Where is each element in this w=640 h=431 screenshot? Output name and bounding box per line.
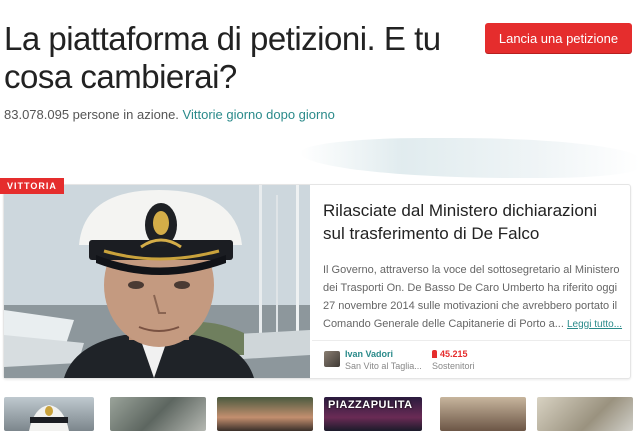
person-icon [432,350,437,358]
author-location: San Vito al Taglia... [345,361,422,371]
decorative-brush-stroke [300,138,640,178]
thumbnail-1[interactable] [4,397,94,431]
supporters-count-value: 45.215 [440,349,468,359]
officer-thumb-illustration [29,405,69,431]
read-more-link[interactable]: Leggi tutto... [567,319,622,330]
launch-petition-button[interactable]: Lancia una petizione [485,23,632,53]
card-footer: Ivan Vadori San Vito al Taglia... 45.215… [312,340,630,378]
featured-photo[interactable] [4,185,310,378]
people-count: 83.078.095 persone in azione. [4,107,179,122]
supporters-count: 45.215 [432,349,468,359]
thumbnail-6[interactable] [537,397,633,431]
thumbnail-4[interactable]: PIAZZAPULITA [324,397,422,431]
thumbnail-strip: PIAZZAPULITA [0,397,640,431]
thumbnail-3[interactable] [217,397,313,431]
thumbnail-2[interactable] [110,397,206,431]
petition-title[interactable]: Rilasciate dal Ministero dichiarazioni s… [323,199,623,245]
petition-summary: Il Governo, attraverso la voce del sotto… [323,261,623,334]
officer-photo-illustration [4,185,310,378]
supporters-label: Sostenitori [432,361,475,371]
victories-link[interactable]: Vittorie giorno dopo giorno [183,107,335,122]
featured-card-body: Rilasciate dal Ministero dichiarazioni s… [323,199,623,334]
page-headline: La piattaforma di petizioni. E tu cosa c… [4,20,441,95]
victory-badge: VITTORIA [0,178,64,194]
thumbnail-5[interactable] [440,397,526,431]
author-avatar [324,351,340,367]
stats-line: 83.078.095 persone in azione. Vittorie g… [4,107,335,122]
hero-section: La piattaforma di petizioni. E tu cosa c… [0,0,640,180]
thumbnail-4-tag: PIAZZAPULITA [328,399,413,411]
author-name[interactable]: Ivan Vadori [345,349,393,359]
